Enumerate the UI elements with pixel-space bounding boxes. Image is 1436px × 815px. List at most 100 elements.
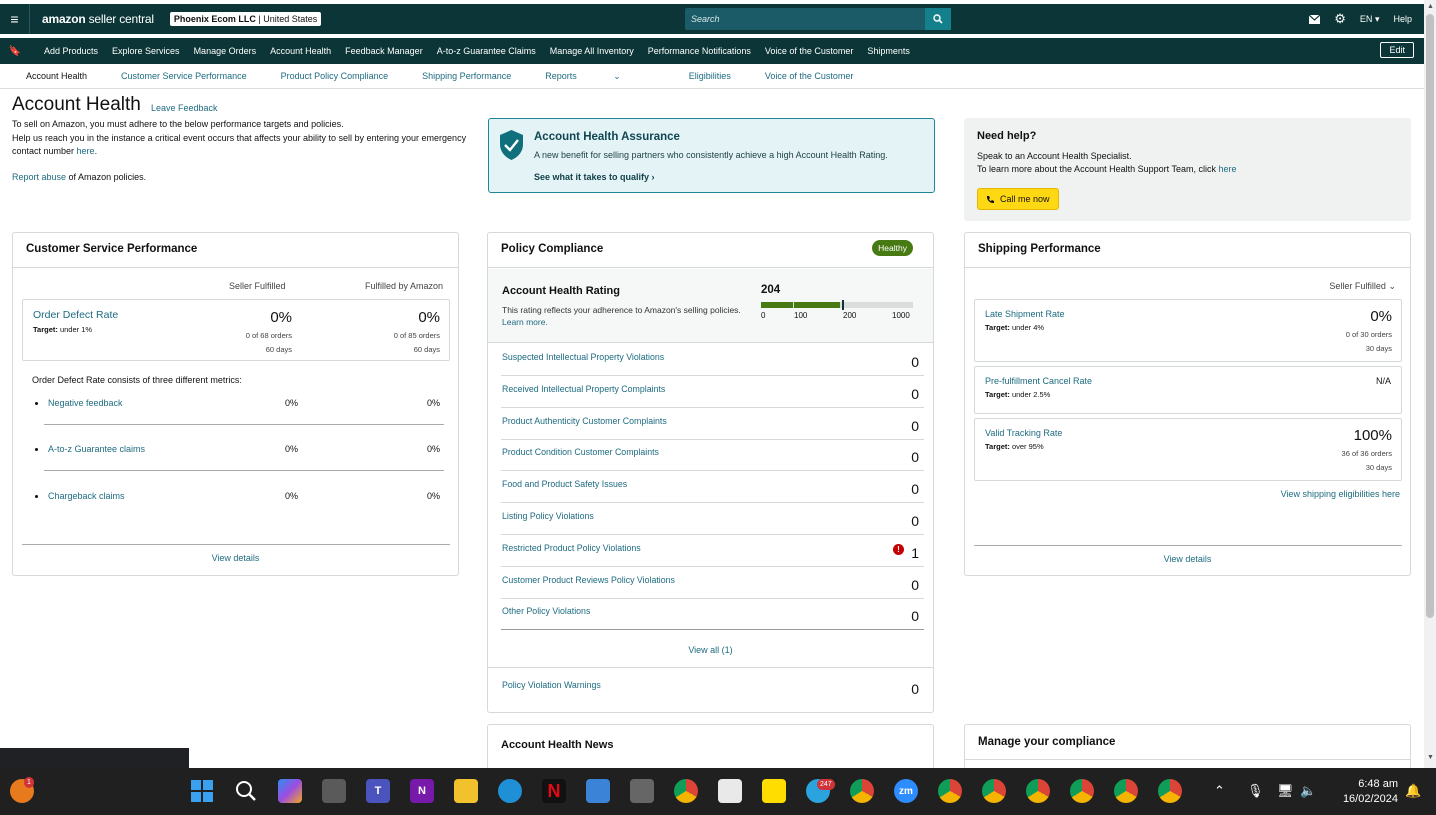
valid-tracking-rate-link[interactable]: Valid Tracking Rate: [985, 428, 1062, 438]
tab-voice-of-customer[interactable]: Voice of the Customer: [765, 71, 854, 81]
emergency-contact-link[interactable]: here: [77, 146, 95, 156]
tab-shipping-performance[interactable]: Shipping Performance: [422, 71, 511, 81]
nav-shipments[interactable]: Shipments: [867, 46, 910, 56]
chargeback-claims-link[interactable]: Chargeback claims: [48, 491, 125, 501]
page-scrollbar[interactable]: ▲ ▼: [1424, 0, 1436, 768]
violation-link[interactable]: Suspected Intellectual Property Violatio…: [502, 352, 664, 362]
chrome-profile-icon[interactable]: [1114, 779, 1138, 803]
nav-account-health[interactable]: Account Health: [270, 46, 331, 56]
nav-manage-orders[interactable]: Manage Orders: [194, 46, 257, 56]
nav-manage-inventory[interactable]: Manage All Inventory: [550, 46, 634, 56]
file-explorer-icon[interactable]: [454, 779, 478, 803]
chrome-profile-icon[interactable]: [850, 779, 874, 803]
fulfillment-filter-dropdown[interactable]: Seller Fulfilled ⌄: [1329, 281, 1396, 292]
store-selector[interactable]: Phoenix Ecom LLC | United States: [169, 12, 322, 26]
violation-link[interactable]: Product Condition Customer Complaints: [502, 447, 659, 457]
report-abuse-link[interactable]: Report abuse: [12, 172, 66, 182]
csp-view-details-link[interactable]: View details: [13, 553, 458, 563]
violation-link[interactable]: Received Intellectual Property Complaint…: [502, 384, 665, 394]
windows-start-icon[interactable]: [190, 779, 214, 803]
task-view-icon[interactable]: [322, 779, 346, 803]
scroll-down-icon[interactable]: ▼: [1427, 754, 1434, 761]
amazon-seller-central-logo[interactable]: amazon seller central: [42, 12, 154, 26]
chrome-profile-icon[interactable]: [1070, 779, 1094, 803]
vtr-value: 100%: [1353, 427, 1392, 444]
language-selector[interactable]: EN ▾: [1360, 14, 1380, 25]
atoz-claims-link[interactable]: A-to-z Guarantee claims: [48, 444, 145, 454]
help-link[interactable]: Help: [1393, 14, 1412, 24]
violation-link[interactable]: Product Authenticity Customer Complaints: [502, 416, 667, 426]
microphone-icon[interactable]: 🎙: [1247, 783, 1264, 799]
late-shipment-rate-link[interactable]: Late Shipment Rate: [985, 309, 1065, 319]
chrome-icon[interactable]: [674, 779, 698, 803]
violation-link[interactable]: Customer Product Reviews Policy Violatio…: [502, 575, 675, 585]
notifications-icon[interactable]: 🔔: [1405, 783, 1421, 799]
search-icon[interactable]: [234, 779, 258, 803]
support-team-link[interactable]: here: [1218, 164, 1236, 174]
nav-voice-of-customer[interactable]: Voice of the Customer: [765, 46, 854, 56]
search-input[interactable]: [685, 8, 925, 30]
snipping-tool-icon[interactable]: [718, 779, 742, 803]
calculator-icon[interactable]: [630, 779, 654, 803]
cancel-rate-link[interactable]: Pre-fulfillment Cancel Rate: [985, 376, 1092, 386]
shipping-eligibilities-link[interactable]: View shipping eligibilities here: [1281, 489, 1400, 499]
gear-icon[interactable]: ⚙: [1334, 11, 1346, 27]
hamburger-menu-icon[interactable]: ≡: [0, 4, 30, 34]
edge-icon[interactable]: [498, 779, 522, 803]
nav-atoz-claims[interactable]: A-to-z Guarantee Claims: [437, 46, 536, 56]
odr-sf-days: 60 days: [265, 345, 292, 354]
need-help-line-2-text: To learn more about the Account Health S…: [977, 164, 1219, 174]
search-button[interactable]: [925, 8, 951, 30]
chrome-profile-icon[interactable]: [938, 779, 962, 803]
teams-icon[interactable]: T: [366, 779, 390, 803]
tab-customer-service-performance[interactable]: Customer Service Performance: [121, 71, 247, 81]
volume-icon[interactable]: 🔈: [1300, 783, 1316, 799]
violation-link[interactable]: Other Policy Violations: [502, 606, 590, 616]
view-all-violations-link[interactable]: View all (1): [488, 645, 933, 655]
scroll-up-icon[interactable]: ▲: [1427, 3, 1434, 10]
aha-qualify-link[interactable]: See what it takes to qualify ›: [534, 172, 655, 182]
tab-eligibilities[interactable]: Eligibilities: [689, 71, 731, 81]
violation-count: 0: [911, 577, 919, 593]
network-icon[interactable]: 🖥: [1277, 783, 1294, 799]
sp-view-details-link[interactable]: View details: [965, 554, 1410, 564]
chevron-up-icon[interactable]: ⌃: [1214, 783, 1225, 799]
violation-link[interactable]: Listing Policy Violations: [502, 511, 594, 521]
order-defect-rate-link[interactable]: Order Defect Rate: [33, 309, 118, 321]
metric-sf-value: 0%: [285, 398, 299, 408]
policy-violation-warnings-link[interactable]: Policy Violation Warnings: [502, 680, 601, 690]
tick-label: 1000: [892, 311, 910, 320]
system-clock[interactable]: 6:48 am 16/02/2024: [1343, 777, 1398, 807]
mail-icon[interactable]: [1309, 14, 1321, 24]
notepad-icon[interactable]: [586, 779, 610, 803]
nav-add-products[interactable]: Add Products: [44, 46, 98, 56]
netflix-icon[interactable]: N: [542, 779, 566, 803]
bullet: [35, 402, 38, 405]
nav-performance-notifications[interactable]: Performance Notifications: [648, 46, 751, 56]
zoom-icon[interactable]: zm: [894, 779, 918, 803]
copilot-icon[interactable]: [278, 779, 302, 803]
learn-more-link[interactable]: Learn more.: [502, 317, 548, 327]
chrome-profile-icon[interactable]: [1026, 779, 1050, 803]
nav-explore-services[interactable]: Explore Services: [112, 46, 180, 56]
target-label: Target:: [33, 325, 58, 334]
violation-link[interactable]: Restricted Product Policy Violations: [502, 543, 641, 553]
tab-account-health[interactable]: Account Health: [26, 71, 87, 81]
onenote-icon[interactable]: N: [410, 779, 434, 803]
negative-feedback-link[interactable]: Negative feedback: [48, 398, 123, 408]
call-me-now-button[interactable]: Call me now: [977, 188, 1059, 210]
chrome-profile-icon[interactable]: [1158, 779, 1182, 803]
violation-link[interactable]: Food and Product Safety Issues: [502, 479, 627, 489]
tab-product-policy-compliance[interactable]: Product Policy Compliance: [281, 71, 389, 81]
bookmark-icon[interactable]: 🔖: [0, 46, 30, 57]
scrollbar-thumb[interactable]: [1426, 14, 1434, 618]
nav-feedback-manager[interactable]: Feedback Manager: [345, 46, 423, 56]
tab-reports[interactable]: Reports ⌄: [545, 71, 655, 82]
late-target-value: under 4%: [1009, 323, 1045, 332]
chrome-profile-icon[interactable]: [982, 779, 1006, 803]
tab-reports-label: Reports: [545, 70, 577, 81]
sub-nav: Account Health Customer Service Performa…: [0, 64, 1424, 89]
edit-nav-button[interactable]: Edit: [1380, 42, 1414, 58]
sticky-notes-icon[interactable]: [762, 779, 786, 803]
leave-feedback-link[interactable]: Leave Feedback: [151, 103, 218, 113]
